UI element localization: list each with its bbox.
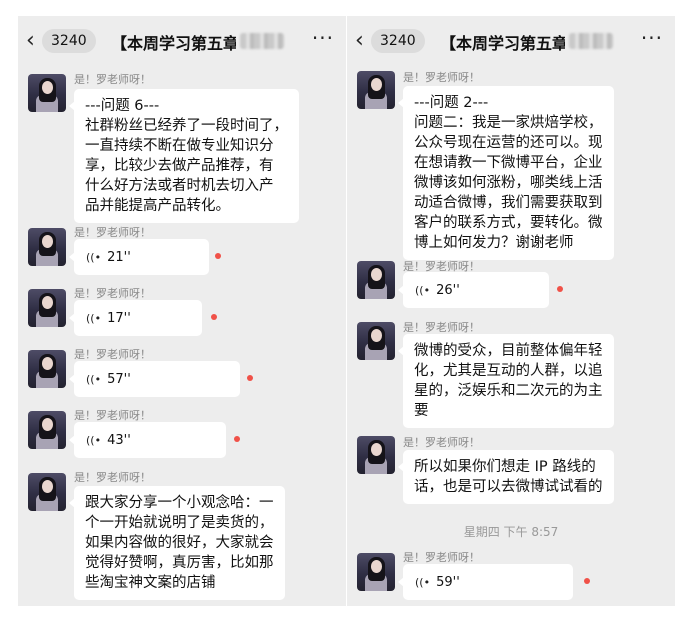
message-timestamp: 星期四 下午 8:57	[463, 525, 559, 539]
unread-dot-icon	[557, 286, 563, 292]
avatar[interactable]	[357, 436, 395, 474]
message-line: ---问题 6---	[85, 98, 160, 114]
message-line: 如果内容做的很好，大家就会	[85, 535, 274, 551]
sender-name: 是！罗老师呀！	[403, 436, 480, 449]
chat-title: 【本周学习第五章	[111, 34, 236, 53]
chevron-left-icon: ‹	[355, 28, 364, 53]
avatar[interactable]	[28, 228, 66, 266]
sender-name: 是！罗老师呀！	[403, 551, 480, 564]
message-line: 什么好方法或者时机去切入产	[85, 178, 274, 194]
voice-duration: 26''	[436, 282, 460, 298]
unread-dot-icon	[234, 436, 240, 442]
voice-duration: 57''	[107, 371, 131, 387]
voice-message[interactable]: ((• 59''	[398, 564, 573, 600]
voice-duration: 21''	[107, 249, 131, 265]
message-line: 话，也是可以去微博试试看的	[414, 479, 603, 495]
message-line: ---问题 2---	[414, 95, 489, 111]
message-line: 觉得好赞啊，真厉害，比如那	[85, 555, 274, 571]
avatar[interactable]	[28, 289, 66, 327]
message-bubble[interactable]: ---问题 6--- 社群粉丝已经养了一段时间了， 一直持续不断在做专业知识分 …	[69, 89, 299, 223]
sender-name: 是！罗老师呀！	[403, 71, 480, 84]
message-line: 社群粉丝已经养了一段时间了，	[85, 118, 288, 134]
message-line: 动适合微博，我们需要获取到	[414, 195, 603, 211]
message-line: 公众号现在运营的还可以。现	[414, 135, 603, 151]
back-button[interactable]: ‹ 3240	[355, 29, 425, 53]
avatar[interactable]	[357, 261, 395, 299]
unread-dot-icon	[247, 375, 253, 381]
back-button[interactable]: ‹ 3240	[26, 29, 96, 53]
voice-wave-icon: ((•	[415, 575, 431, 589]
avatar[interactable]	[28, 411, 66, 449]
chat-header: ‹ 3240 【本周学习第五章 ···	[18, 16, 346, 64]
voice-wave-icon: ((•	[86, 433, 102, 447]
unread-count-badge: 3240	[42, 29, 96, 53]
message-bubble[interactable]: ---问题 2--- 问题二：我是一家烘焙学校， 公众号现在运营的还可以。现 在…	[398, 86, 614, 260]
message-line: 品并能提高产品转化。	[85, 198, 230, 214]
avatar[interactable]	[28, 473, 66, 511]
unread-dot-icon	[211, 314, 217, 320]
sender-name: 是！罗老师呀！	[74, 348, 151, 361]
message-line: 跟大家分享一个小观念哈：一	[85, 495, 274, 511]
avatar[interactable]	[357, 71, 395, 109]
chat-title: 【本周学习第五章	[440, 34, 565, 53]
message-line: 要	[414, 403, 429, 419]
unread-dot-icon	[584, 578, 590, 584]
message-bubble[interactable]: 所以如果你们想走 IP 路线的 话，也是可以去微博试试看的	[398, 450, 614, 504]
message-line: 在想请教一下微博平台，企业	[414, 155, 603, 171]
blurred-title-suffix	[240, 33, 284, 49]
more-dots-icon[interactable]: ···	[641, 28, 663, 48]
voice-wave-icon: ((•	[86, 250, 102, 264]
message-line: 享，比较少去做产品推荐，有	[85, 158, 274, 174]
voice-wave-icon: ((•	[86, 311, 102, 325]
sender-name: 是！罗老师呀！	[74, 409, 151, 422]
sender-name: 是！罗老师呀！	[74, 226, 151, 239]
message-line: 所以如果你们想走 IP 路线的	[414, 459, 596, 475]
message-line: 微博的受众，目前整体偏年轻	[414, 343, 603, 359]
avatar[interactable]	[357, 553, 395, 591]
sender-name: 是！罗老师呀！	[74, 73, 151, 86]
message-bubble[interactable]: 微博的受众，目前整体偏年轻 化，尤其是互动的人群，以追 星的，泛娱乐和二次元的为…	[398, 334, 614, 428]
avatar[interactable]	[357, 322, 395, 360]
voice-message[interactable]: ((• 57''	[69, 361, 240, 397]
sender-name: 是！罗老师呀！	[403, 321, 480, 334]
unread-dot-icon	[215, 253, 221, 259]
message-line: 问题二：我是一家烘焙学校，	[414, 115, 603, 131]
chat-screen-left: ‹ 3240 【本周学习第五章 ··· 是！罗老师呀！ ---问题 6--- 社…	[18, 16, 346, 606]
chat-screen-right: ‹ 3240 【本周学习第五章 ··· 是！罗老师呀！ ---问题 2--- 问…	[347, 16, 675, 606]
more-dots-icon[interactable]: ···	[312, 28, 334, 48]
message-line: 微博该如何涨粉，哪类线上活	[414, 175, 603, 191]
voice-message[interactable]: ((• 21''	[69, 239, 209, 275]
sender-name: 是！罗老师呀！	[74, 471, 151, 484]
voice-message[interactable]: ((• 43''	[69, 422, 226, 458]
message-line: 客户的联系方式，要转化。微	[414, 215, 603, 231]
voice-duration: 43''	[107, 432, 131, 448]
message-line: 个一开始就说明了是卖货的，	[85, 515, 274, 531]
blurred-title-suffix	[569, 33, 613, 49]
message-line: 一直持续不断在做专业知识分	[85, 138, 274, 154]
voice-wave-icon: ((•	[415, 283, 431, 297]
voice-duration: 59''	[436, 574, 460, 590]
voice-duration: 17''	[107, 310, 131, 326]
chat-header: ‹ 3240 【本周学习第五章 ···	[347, 16, 675, 64]
voice-message[interactable]: ((• 26''	[398, 272, 549, 308]
message-line: 星的，泛娱乐和二次元的为主	[414, 383, 603, 399]
message-bubble[interactable]: 跟大家分享一个小观念哈：一 个一开始就说明了是卖货的， 如果内容做的很好，大家就…	[69, 486, 285, 600]
chevron-left-icon: ‹	[26, 28, 35, 53]
avatar[interactable]	[28, 74, 66, 112]
voice-message[interactable]: ((• 17''	[69, 300, 202, 336]
message-line: 些淘宝神文案的店铺	[85, 575, 216, 591]
voice-wave-icon: ((•	[86, 372, 102, 386]
avatar[interactable]	[28, 350, 66, 388]
message-line: 化，尤其是互动的人群，以追	[414, 363, 603, 379]
message-line: 博上如何发力？谢谢老师	[414, 235, 574, 251]
unread-count-badge: 3240	[371, 29, 425, 53]
sender-name: 是！罗老师呀！	[74, 287, 151, 300]
